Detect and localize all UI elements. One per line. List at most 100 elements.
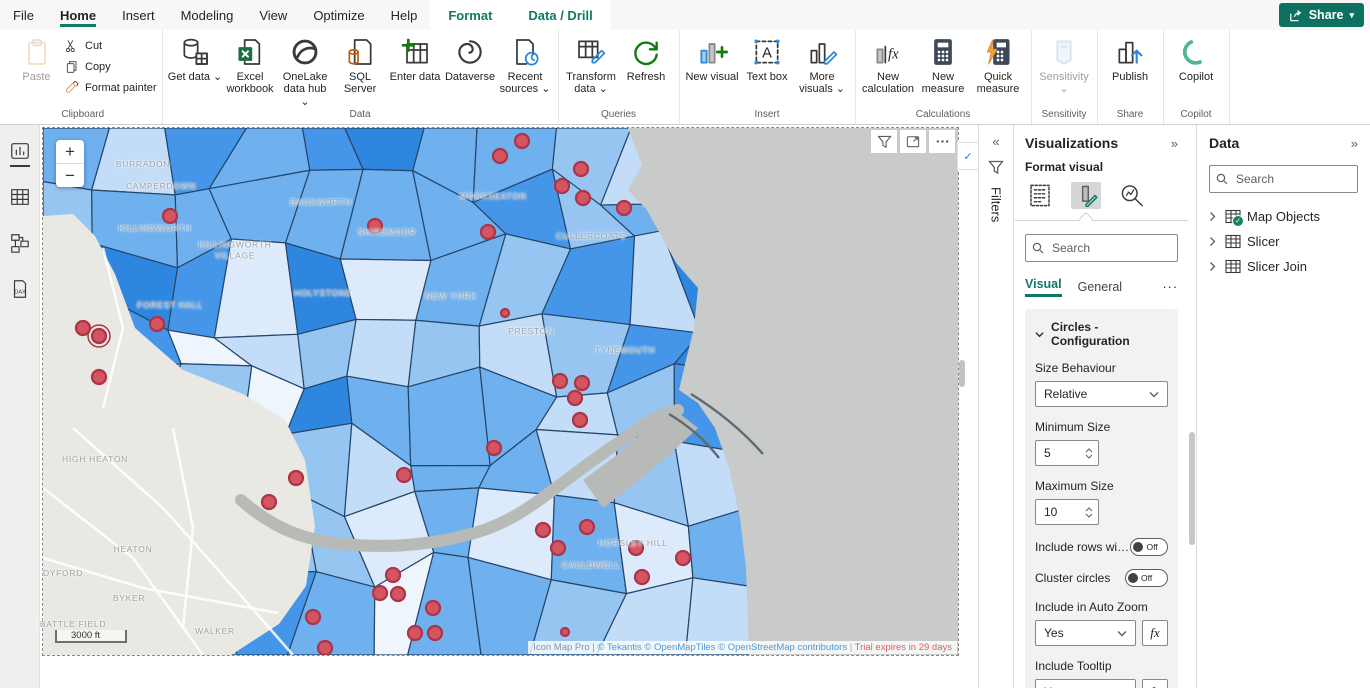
collapse-visualizations-icon[interactable]: » [1171, 137, 1178, 150]
dataverse-button[interactable]: Dataverse [443, 33, 498, 83]
excel-workbook-button[interactable]: Excel workbook [223, 33, 278, 96]
map-circle[interactable] [163, 209, 177, 223]
scrollbar-thumb[interactable] [1189, 432, 1195, 545]
copilot-button[interactable]: Copilot [1169, 33, 1224, 83]
format-visual-icon[interactable] [1071, 182, 1101, 209]
map-circle[interactable] [493, 149, 507, 163]
map-circle[interactable] [580, 520, 594, 534]
map-circle[interactable] [386, 568, 400, 582]
menu-item-data-drill[interactable]: Data / Drill [510, 0, 610, 30]
map-circle[interactable] [501, 309, 509, 317]
expand-chevron-icon[interactable] [1209, 211, 1219, 222]
new-measure-button[interactable]: New measure [916, 33, 971, 96]
publish-button[interactable]: Publish [1103, 33, 1158, 83]
map-circle[interactable] [553, 374, 567, 388]
get-data-button[interactable]: Get data ⌄ [168, 33, 223, 83]
more-visuals-button[interactable]: More visuals ⌄ [795, 33, 850, 96]
collapse-data-icon[interactable]: » [1351, 137, 1358, 150]
slicer-checkbox[interactable]: ✓ [957, 142, 979, 170]
data-table-slicer-join[interactable]: Slicer Join [1209, 254, 1358, 279]
paste-button[interactable]: Paste [9, 33, 64, 83]
map-circle[interactable] [617, 201, 631, 215]
filter-funnel-icon[interactable] [988, 160, 1004, 175]
zoom-out-button[interactable]: − [56, 163, 84, 187]
copy-button[interactable]: Copy [64, 58, 157, 75]
sensitivity-button[interactable]: Sensitivity ⌄ [1037, 33, 1092, 96]
map-circle[interactable] [575, 376, 589, 390]
map-circle[interactable] [373, 586, 387, 600]
more-options-icon[interactable] [929, 130, 955, 153]
map-circle[interactable] [676, 551, 690, 565]
map-circle[interactable] [574, 162, 588, 176]
format-search-box[interactable] [1025, 234, 1178, 262]
spinner-steppers[interactable] [1085, 448, 1093, 459]
filters-pane-title[interactable]: Filters [989, 187, 1004, 222]
map-circle[interactable] [573, 413, 587, 427]
tabs-more-options[interactable]: ··· [1163, 280, 1179, 294]
transform-data-button[interactable]: Transform data ⌄ [564, 33, 619, 96]
menu-item-help[interactable]: Help [378, 0, 431, 30]
map-circle[interactable] [568, 391, 582, 405]
visualizations-scrollbar[interactable] [1188, 125, 1196, 688]
menu-item-home[interactable]: Home [47, 0, 109, 30]
map-circle[interactable] [408, 626, 422, 640]
analytics-icon[interactable] [1117, 182, 1147, 209]
menu-item-file[interactable]: File [0, 0, 47, 30]
map-circle[interactable] [487, 441, 501, 455]
include-tooltip-dropdown[interactable]: Yes [1035, 679, 1136, 688]
onelake-button[interactable]: OneLake data hub ⌄ [278, 33, 333, 108]
map-circle[interactable] [551, 541, 565, 555]
expand-chevron-icon[interactable] [1209, 261, 1219, 272]
tab-visual[interactable]: Visual [1025, 277, 1062, 297]
data-search-input[interactable] [1234, 171, 1351, 187]
dax-query-view-icon[interactable]: DAX [9, 278, 31, 300]
map-circle[interactable] [481, 225, 495, 239]
spinner-steppers[interactable] [1085, 507, 1093, 518]
quick-measure-button[interactable]: Quick measure [971, 33, 1026, 96]
map-circle[interactable] [428, 626, 442, 640]
expand-chevron-icon[interactable] [1209, 236, 1219, 247]
include-in-auto-zoom-dropdown[interactable]: Yes [1035, 620, 1136, 646]
share-button[interactable]: Share ▾ [1279, 3, 1364, 27]
canvas-scrollbar-thumb[interactable] [959, 360, 965, 387]
refresh-button[interactable]: Refresh [619, 33, 674, 83]
map-circle[interactable] [150, 317, 164, 331]
new-visual-button[interactable]: New visual [685, 33, 740, 83]
map-circle[interactable] [318, 641, 332, 655]
map-circle[interactable] [92, 329, 106, 343]
include-in-auto-zoom-fx-button[interactable]: fx [1142, 620, 1168, 646]
report-canvas[interactable]: BURRADONCAMPERDOWNKILLINGWORTHKILLINGWOR… [40, 125, 978, 688]
maximum-size-spinner[interactable]: 10 [1035, 499, 1099, 525]
expand-filters-icon[interactable]: « [992, 135, 999, 148]
size-behaviour-dropdown[interactable]: Relative [1035, 381, 1168, 407]
map-circle[interactable] [629, 541, 643, 555]
include-tooltip-fx-button[interactable]: fx [1142, 679, 1168, 688]
data-table-map-objects[interactable]: ✓Map Objects [1209, 204, 1358, 229]
focus-mode-icon[interactable] [900, 130, 926, 153]
map-circle[interactable] [391, 587, 405, 601]
data-table-slicer[interactable]: Slicer [1209, 229, 1358, 254]
menu-item-format[interactable]: Format [430, 0, 510, 30]
icon-map-visual[interactable]: BURRADONCAMPERDOWNKILLINGWORTHKILLINGWOR… [43, 128, 958, 655]
map-circle[interactable] [576, 191, 590, 205]
new-calculation-button[interactable]: fxNew calculation [861, 33, 916, 96]
filter-icon[interactable] [871, 130, 897, 153]
map-circle[interactable] [262, 495, 276, 509]
report-view-icon[interactable] [9, 140, 31, 162]
sql-server-button[interactable]: SQL Server [333, 33, 388, 96]
menu-item-optimize[interactable]: Optimize [300, 0, 377, 30]
menu-item-modeling[interactable]: Modeling [168, 0, 247, 30]
text-box-button[interactable]: AText box [740, 33, 795, 83]
format-painter-button[interactable]: Format painter [64, 79, 157, 96]
map-circle[interactable] [635, 570, 649, 584]
build-visual-icon[interactable] [1025, 182, 1055, 209]
choropleth-map[interactable] [43, 128, 958, 655]
map-circle[interactable] [289, 471, 303, 485]
map-circle[interactable] [92, 370, 106, 384]
map-circle[interactable] [536, 523, 550, 537]
menu-item-view[interactable]: View [246, 0, 300, 30]
enter-data-button[interactable]: Enter data [388, 33, 443, 83]
map-circle[interactable] [306, 610, 320, 624]
model-view-icon[interactable] [9, 232, 31, 254]
map-circle[interactable] [426, 601, 440, 615]
